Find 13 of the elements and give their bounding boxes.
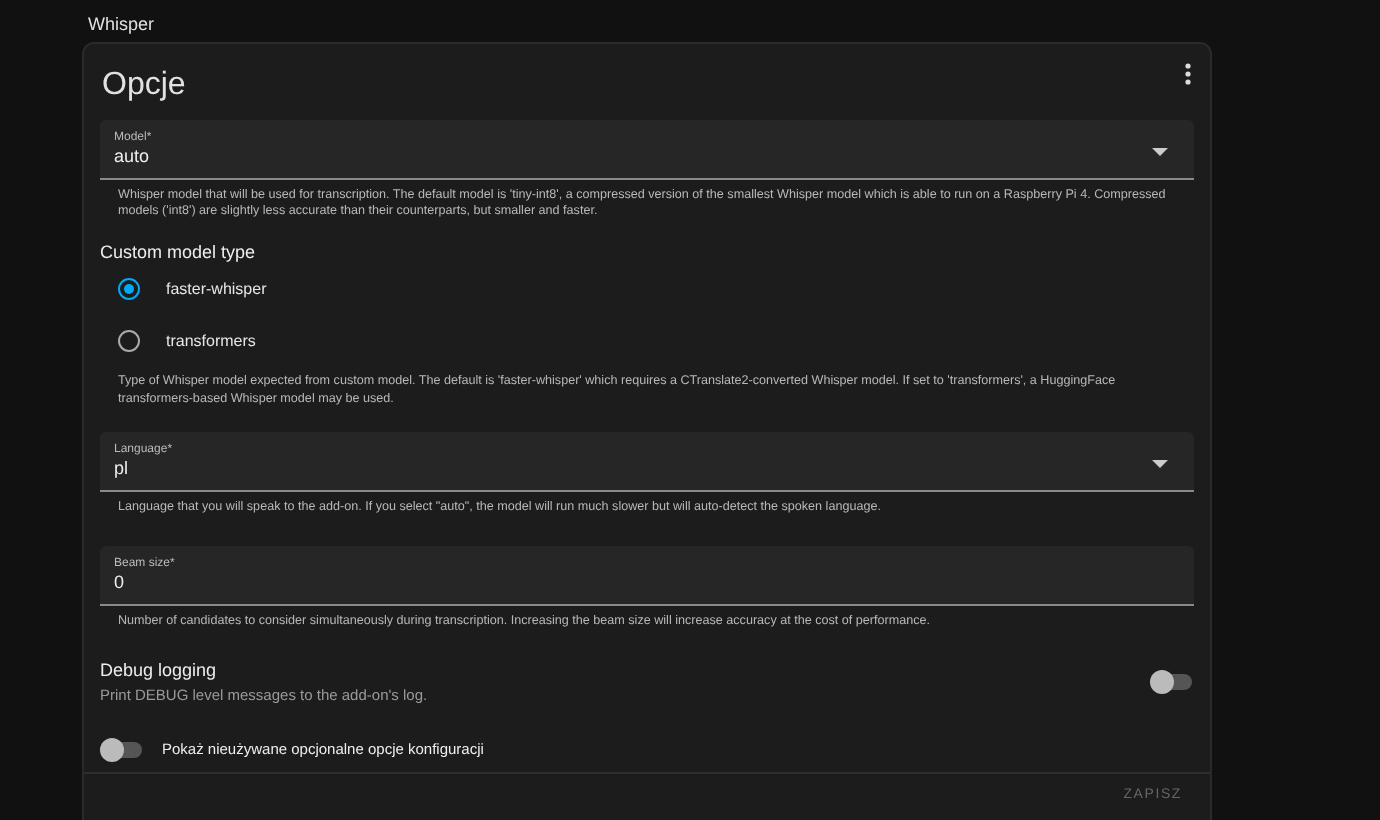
radio-label[interactable]: faster-whisper: [166, 279, 267, 298]
radio-label[interactable]: transformers: [166, 331, 256, 350]
toggle-switch[interactable]: [1154, 674, 1192, 691]
caret-icon: [1152, 148, 1168, 156]
card-title: Opcje: [102, 68, 186, 104]
setting-label: Debug logging: [100, 660, 219, 681]
more-menu-icon[interactable]: [1184, 62, 1192, 86]
radio-button[interactable]: [118, 329, 140, 352]
radio-button[interactable]: [118, 277, 140, 300]
page-title: Whisper: [88, 14, 155, 34]
section-label: Custom model type: [100, 242, 258, 263]
toggle-switch[interactable]: [104, 741, 142, 758]
caret-icon: [1152, 459, 1168, 468]
